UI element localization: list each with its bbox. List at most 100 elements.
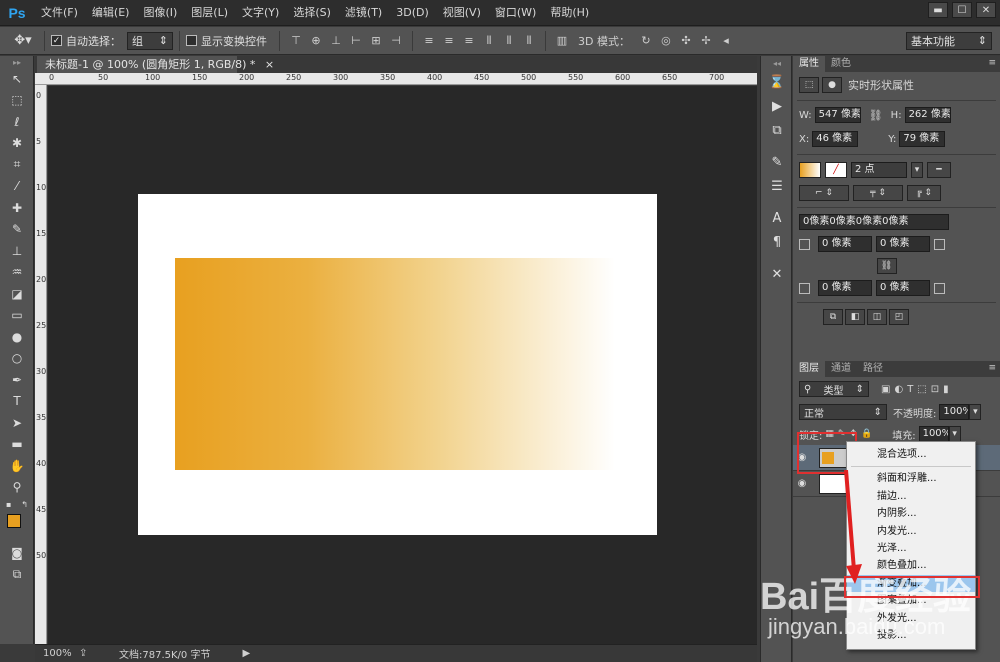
minimize-button[interactable]: ▬ (928, 2, 948, 18)
screen-mode-icon[interactable]: ⧉ (0, 564, 34, 586)
dodge-tool-icon[interactable]: ○ (0, 348, 34, 370)
corner-tr-field[interactable]: 0 像素 (876, 236, 930, 252)
tool-presets-icon[interactable]: ✕ (761, 262, 793, 286)
path-selection-tool-icon[interactable]: ➤ (0, 412, 34, 434)
menu-item-blending-options[interactable]: 混合选项... (847, 446, 975, 463)
visibility-eye-icon[interactable]: ◉ (793, 478, 811, 489)
height-field[interactable]: 262 像素 (904, 107, 951, 123)
zoom-level[interactable]: 100% (43, 648, 79, 659)
status-menu-arrow-icon[interactable]: ▶ (242, 648, 250, 659)
gradient-rounded-rectangle[interactable] (175, 258, 615, 470)
stroke-align-dropdown[interactable]: ⌐ ⇕ (799, 185, 849, 201)
layer-comps-icon[interactable]: ⧉ (761, 118, 793, 142)
hand-tool-icon[interactable]: ✋ (0, 455, 34, 477)
blur-tool-icon[interactable]: ● (0, 326, 34, 348)
menu-filter[interactable]: 滤镜(T) (338, 0, 389, 26)
show-transform-checkbox[interactable] (186, 35, 197, 46)
corner-radius-summary[interactable]: 0像素0像素0像素0像素 (799, 214, 949, 230)
quick-mask-icon[interactable]: ◙ (0, 542, 34, 564)
marquee-tool-icon[interactable]: ⬚ (0, 90, 34, 112)
healing-brush-tool-icon[interactable]: ✚ (0, 197, 34, 219)
eraser-tool-icon[interactable]: ◪ (0, 283, 34, 305)
maximize-button[interactable]: ☐ (952, 2, 972, 18)
distribute-right-icon[interactable]: ⦀ (521, 33, 537, 49)
layer-filter-dropdown[interactable]: ⚲ 类型 ⇕ (799, 381, 869, 397)
align-right-icon[interactable]: ⊣ (388, 33, 404, 49)
exclude-shapes-icon[interactable]: ◰ (889, 309, 909, 325)
adjustments-icon[interactable]: ☰ (761, 174, 793, 198)
distribute-hcenter-icon[interactable]: ⦀ (501, 33, 517, 49)
align-vcenter-icon[interactable]: ⊕ (308, 33, 324, 49)
stroke-type-icon[interactable]: ━ (927, 162, 951, 178)
combine-shapes-icon[interactable]: ⧉ (823, 309, 843, 325)
roll-3d-icon[interactable]: ◎ (658, 33, 674, 49)
zoom-tool-icon[interactable]: ⚲ (0, 477, 34, 499)
brush-presets-icon[interactable]: ✎ (761, 150, 793, 174)
opacity-field[interactable]: 100% (939, 404, 970, 420)
panel-menu-icon[interactable]: ≡ (988, 58, 996, 68)
swap-colors-icon[interactable]: ↰ (21, 500, 28, 509)
width-field[interactable]: 547 像素 (814, 107, 861, 123)
history-brush-tool-icon[interactable]: ♒ (0, 262, 34, 284)
distribute-top-icon[interactable]: ≡ (421, 33, 437, 49)
corner-tl-field[interactable]: 0 像素 (818, 236, 872, 252)
type-tool-icon[interactable]: T (0, 391, 34, 413)
distribute-bottom-icon[interactable]: ≡ (461, 33, 477, 49)
export-icon[interactable]: ⇪ (79, 648, 119, 659)
corner-bl-field[interactable]: 0 像素 (818, 280, 872, 296)
stroke-swatch[interactable]: ╱ (825, 162, 847, 178)
filter-toggle-icon[interactable]: ▮ (943, 384, 949, 395)
stroke-caps-dropdown[interactable]: ╤ ⇕ (853, 185, 903, 201)
rotate-3d-icon[interactable]: ↻ (638, 33, 654, 49)
gradient-tool-icon[interactable]: ▭ (0, 305, 34, 327)
clone-stamp-tool-icon[interactable]: ⊥ (0, 240, 34, 262)
align-left-icon[interactable]: ⊢ (348, 33, 364, 49)
menu-help[interactable]: 帮助(H) (543, 0, 596, 26)
filter-type-icon[interactable]: T (907, 384, 913, 395)
tab-color[interactable]: 颜色 (825, 56, 857, 72)
link-corners-icon[interactable]: ⛓ (876, 258, 897, 274)
tab-layers[interactable]: 图层 (793, 361, 825, 377)
opacity-dropdown-icon[interactable]: ▾ (969, 404, 982, 420)
canvas-pasteboard[interactable] (48, 86, 757, 644)
stroke-corners-dropdown[interactable]: ╔ ⇕ (907, 185, 941, 201)
intersect-shapes-icon[interactable]: ◫ (867, 309, 887, 325)
brush-tool-icon[interactable]: ✎ (0, 219, 34, 241)
fill-dropdown-icon[interactable]: ▾ (948, 426, 961, 442)
eyedropper-tool-icon[interactable]: ⁄ (0, 176, 34, 198)
magic-wand-tool-icon[interactable]: ✱ (0, 133, 34, 155)
filter-shape-icon[interactable]: ⬚ (917, 384, 926, 395)
dock-collapse-icon[interactable]: ◂◂ (761, 56, 793, 70)
tab-paths[interactable]: 路径 (857, 361, 889, 377)
default-colors-icon[interactable]: ▪ (6, 500, 11, 509)
actions-panel-icon[interactable]: ▶ (761, 94, 793, 118)
subtract-shapes-icon[interactable]: ◧ (845, 309, 865, 325)
menu-3d[interactable]: 3D(D) (389, 0, 436, 26)
menu-file[interactable]: 文件(F) (34, 0, 85, 26)
move-tool-preset-icon[interactable]: ✥▾ (8, 30, 38, 52)
rectangle-tool-icon[interactable]: ▬ (0, 434, 34, 456)
color-swap-controls[interactable]: ▪ ↰ (0, 498, 34, 510)
stroke-width-field[interactable]: 2 点 (851, 162, 907, 178)
lock-all-icon[interactable]: 🔒 (861, 429, 872, 439)
blend-mode-dropdown[interactable]: 正常 ⇕ (799, 404, 887, 420)
distribute-vcenter-icon[interactable]: ≡ (441, 33, 457, 49)
foreground-color-swatch[interactable] (7, 514, 21, 528)
tab-channels[interactable]: 通道 (825, 361, 857, 377)
history-panel-icon[interactable]: ⌛ (761, 70, 793, 94)
layers-menu-icon[interactable]: ≡ (988, 363, 996, 373)
link-icon[interactable]: ⛓ (861, 109, 891, 122)
distribute-left-icon[interactable]: ⦀ (481, 33, 497, 49)
x-field[interactable]: 46 像素 (812, 131, 859, 147)
y-field[interactable]: 79 像素 (899, 131, 946, 147)
tab-properties[interactable]: 属性 (793, 56, 825, 72)
auto-align-icon[interactable]: ▥ (554, 33, 570, 49)
close-button[interactable]: ✕ (976, 2, 996, 18)
slide-3d-icon[interactable]: ✢ (698, 33, 714, 49)
menu-edit[interactable]: 编辑(E) (85, 0, 137, 26)
workspace-dropdown[interactable]: 基本功能 ⇕ (906, 31, 992, 50)
fill-field[interactable]: 100% (918, 426, 949, 442)
menu-type[interactable]: 文字(Y) (235, 0, 286, 26)
auto-select-checkbox[interactable]: ✓ (51, 35, 62, 46)
menu-window[interactable]: 窗口(W) (488, 0, 543, 26)
